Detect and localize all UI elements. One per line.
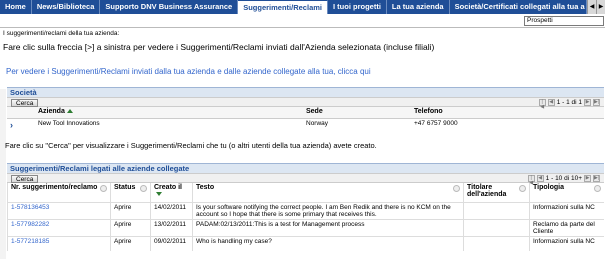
expand-arrow-icon[interactable]: › bbox=[10, 120, 13, 130]
societa-pager-text: 1 - 1 di 1 bbox=[556, 99, 582, 106]
prev-page-icon[interactable]: ◀ bbox=[536, 175, 544, 182]
cell-status: Aprire bbox=[110, 219, 151, 236]
col-azienda[interactable]: Azienda bbox=[35, 107, 303, 119]
cell-owner bbox=[463, 202, 530, 219]
cell-sede: Norway bbox=[306, 119, 329, 127]
cell-type: Reclamo da parte del Cliente bbox=[529, 219, 604, 236]
sort-asc-icon[interactable] bbox=[66, 109, 73, 114]
sort-icon[interactable] bbox=[140, 185, 147, 192]
prospetti-select[interactable]: Prospetti bbox=[524, 16, 604, 26]
suggerimenti-toolbar: Cerca |◀ ◀ 1 - 10 di 10+ ▶ ▶| bbox=[7, 173, 604, 186]
tab-suggerimenti-reclami[interactable]: Suggerimenti/Reclami bbox=[238, 0, 328, 14]
cell-telefono: +47 6757 9000 bbox=[414, 119, 458, 127]
suggerimenti-pager: |◀ ◀ 1 - 10 di 10+ ▶ ▶| bbox=[527, 174, 600, 186]
col-nr[interactable]: Nr. suggerimento/reclamo bbox=[7, 183, 111, 202]
next-page-icon[interactable]: ▶ bbox=[584, 99, 591, 106]
cell-type: Informazioni sulla NC bbox=[529, 202, 604, 219]
related-companies-link[interactable]: Per vedere i Suggerimenti/Reclami inviat… bbox=[6, 67, 371, 76]
cell-created: 13/02/2011 bbox=[150, 219, 193, 236]
cell-owner bbox=[463, 236, 530, 251]
cell-text: Who is handling my case? bbox=[192, 236, 464, 251]
suggestion-link[interactable]: 1-577982282 bbox=[11, 221, 49, 228]
cell-owner bbox=[463, 219, 530, 236]
col-tipologia[interactable]: Tipologia bbox=[529, 183, 604, 202]
page-heading: Fare clic sulla freccia [>] a sinistra p… bbox=[3, 42, 435, 52]
search-instruction: Fare clic su "Cerca" per visualizzare i … bbox=[5, 141, 377, 150]
sort-icon[interactable] bbox=[519, 185, 526, 192]
cell-status: Aprire bbox=[110, 202, 151, 219]
cell-created: 09/02/2011 bbox=[150, 236, 193, 251]
tab-supporto[interactable]: Supporto DNV Business Assurance bbox=[100, 0, 239, 14]
col-creato[interactable]: Creato il bbox=[150, 183, 193, 202]
tab-news-biblioteca[interactable]: News/Biblioteca bbox=[32, 0, 101, 14]
tab-azienda[interactable]: La tua azienda bbox=[387, 0, 450, 14]
last-page-icon[interactable]: ▶| bbox=[593, 99, 600, 106]
suggerimenti-pager-text: 1 - 10 di 10+ bbox=[545, 175, 582, 182]
col-testo[interactable]: Testo bbox=[192, 183, 464, 202]
tab-scroll-left-icon[interactable]: ◀ bbox=[587, 0, 596, 14]
last-page-icon[interactable]: ▶| bbox=[593, 175, 600, 182]
sort-desc-icon[interactable] bbox=[156, 192, 162, 197]
left-gutter bbox=[0, 89, 6, 259]
cell-text: PADAM:02/13/2011:This is a test for Mana… bbox=[192, 219, 464, 236]
first-page-icon[interactable]: |◀ bbox=[527, 175, 535, 186]
suggerimenti-panel: Suggerimenti/Reclami legati alle aziende… bbox=[7, 163, 604, 251]
suggestion-link[interactable]: 1-577218185 bbox=[11, 238, 49, 245]
main-nav: Home News/Biblioteca Supporto DNV Busine… bbox=[0, 0, 605, 14]
suggerimenti-table: Nr. suggerimento/reclamo Status Creato i… bbox=[7, 183, 604, 251]
tab-progetti[interactable]: I tuoi progetti bbox=[328, 0, 387, 14]
col-status[interactable]: Status bbox=[110, 183, 151, 202]
first-page-icon[interactable]: |◀ bbox=[538, 99, 546, 110]
tab-scroll-right-icon[interactable]: ▶ bbox=[596, 0, 605, 14]
sort-icon[interactable] bbox=[100, 185, 107, 192]
col-select bbox=[7, 107, 35, 119]
tab-home[interactable]: Home bbox=[0, 0, 32, 14]
tab-societa-certificati[interactable]: Società/Certificati collegati alla tua a bbox=[450, 0, 587, 14]
societa-table: Azienda Sede Telefono › New Tool Innovat… bbox=[7, 107, 604, 131]
cell-status: Aprire bbox=[110, 236, 151, 251]
cell-created: 14/02/2011 bbox=[150, 202, 193, 219]
col-titolare[interactable]: Titolare dell'azienda bbox=[463, 183, 530, 202]
cell-type: Informazioni sulla NC bbox=[529, 236, 604, 251]
divider bbox=[0, 27, 605, 28]
table-row: › New Tool Innovations Norway +47 6757 9… bbox=[7, 118, 604, 131]
societa-panel: Società Cerca |◀ ◀ 1 - 1 di 1 ▶ ▶| Azien… bbox=[7, 87, 604, 131]
table-row: 1-577218185 Aprire 09/02/2011 Who is han… bbox=[7, 236, 604, 251]
suggerimenti-search-button[interactable]: Cerca bbox=[11, 175, 39, 183]
suggestion-link[interactable]: 1-578136453 bbox=[11, 204, 49, 211]
col-telefono[interactable]: Telefono bbox=[411, 107, 604, 119]
intro-label: I suggerimenti/reclami della tua azienda… bbox=[3, 30, 120, 37]
cell-text: Is your software notifying the correct p… bbox=[192, 202, 464, 219]
societa-toolbar: Cerca |◀ ◀ 1 - 1 di 1 ▶ ▶| bbox=[7, 97, 604, 110]
suggerimenti-title: Suggerimenti/Reclami legati alle aziende… bbox=[7, 163, 604, 173]
col-sede[interactable]: Sede bbox=[303, 107, 411, 119]
sort-icon[interactable] bbox=[594, 185, 601, 192]
next-page-icon[interactable]: ▶ bbox=[584, 175, 591, 182]
sort-icon[interactable] bbox=[453, 185, 460, 192]
cell-azienda: New Tool Innovations bbox=[38, 119, 100, 127]
table-row: 1-577982282 Aprire 13/02/2011 PADAM:02/1… bbox=[7, 219, 604, 236]
societa-pager: |◀ ◀ 1 - 1 di 1 ▶ ▶| bbox=[538, 98, 600, 110]
prev-page-icon[interactable]: ◀ bbox=[547, 99, 555, 106]
societa-search-button[interactable]: Cerca bbox=[11, 99, 39, 107]
societa-title: Società bbox=[7, 87, 604, 97]
table-row: 1-578136453 Aprire 14/02/2011 Is your so… bbox=[7, 202, 604, 219]
